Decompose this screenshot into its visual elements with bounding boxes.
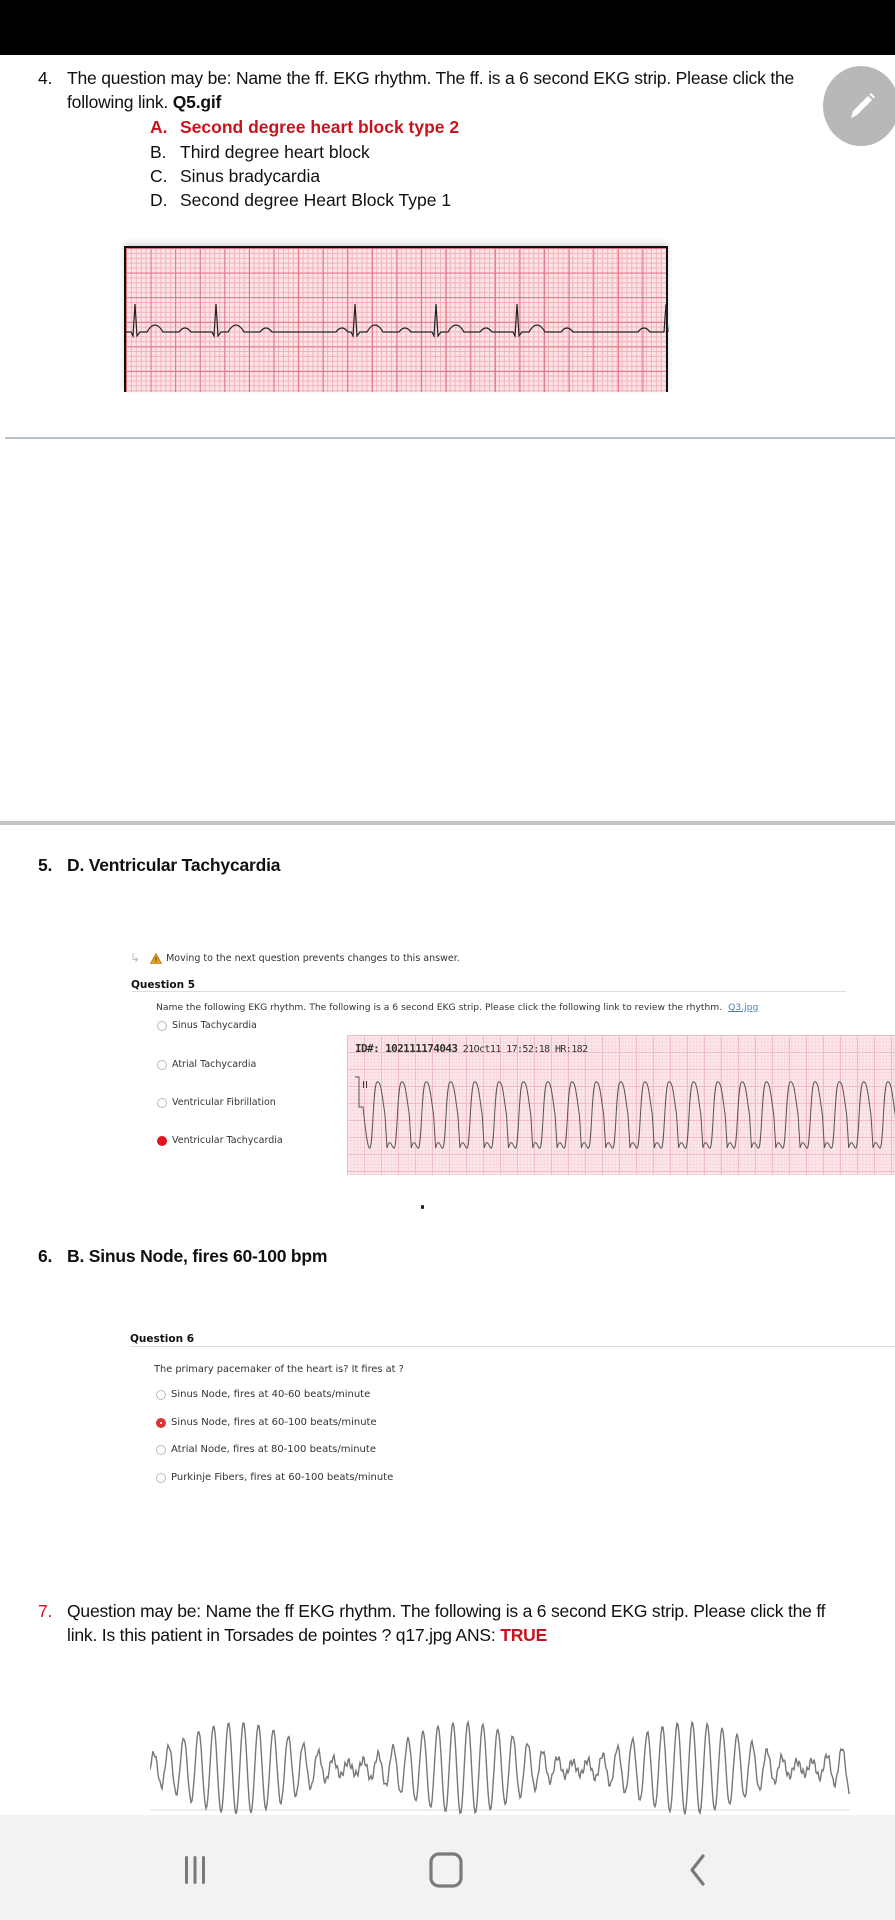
q5-ekg-strip: ID#: 102111174043 21Oct11 17:52:18 HR:18… [347,1035,895,1175]
q4-number: 4. [38,68,53,88]
title-rule [130,1346,895,1347]
choice-label: Purkinje Fibers, fires at 60-100 beats/m… [171,1472,394,1483]
q7-ekg-strip [149,1710,851,1817]
option-label: Second degree Heart Block Type 1 [180,190,452,210]
radio-button-selected[interactable] [157,1135,167,1146]
option-letter: A. [150,117,168,137]
q5-warning: ↳ Moving to the next question prevents c… [130,951,460,965]
radio-button[interactable] [157,1097,167,1108]
recent-apps-button[interactable] [165,1845,225,1895]
radio-button-selected[interactable] [156,1417,166,1428]
option-letter: C. [150,166,168,186]
option-letter: B. [150,142,167,162]
radio-button[interactable] [157,1020,167,1031]
ekg-waveform [149,1719,851,1817]
q5-choice-ventricular-tachycardia[interactable]: Ventricular Tachycardia [157,1135,283,1146]
indent-arrow-icon: ↳ [130,951,141,965]
q6-choice-1[interactable]: Sinus Node, fires at 40-60 beats/minute [156,1389,370,1400]
mouse-cursor [421,1205,424,1209]
q4-link-file: Q5.gif [172,92,222,112]
q6-title: Question 6 [130,1333,195,1345]
radio-button[interactable] [156,1444,166,1455]
radio-button[interactable] [156,1389,166,1400]
home-icon [429,1852,463,1888]
q4-text-prefix: following link. [67,92,173,112]
radio-button[interactable] [157,1059,167,1070]
back-icon [690,1854,705,1886]
back-button[interactable] [668,1845,728,1895]
q5-title: Question 5 [131,979,196,991]
q6-prompt: The primary pacemaker of the heart is? I… [154,1364,404,1375]
choice-label: Sinus Node, fires at 60-100 beats/minute [171,1417,377,1428]
home-button[interactable] [416,1845,476,1895]
q4-text-line2: following link. Q5.gif [67,90,221,114]
option-label: Sinus bradycardia [180,166,321,186]
navigation-bar [0,1815,895,1920]
q7-text-line2: link. Is this patient in Torsades de poi… [67,1623,547,1647]
radio-button[interactable] [156,1472,166,1483]
q5-choice-atrial-tachycardia[interactable]: Atrial Tachycardia [157,1059,256,1070]
q4-option-d: D. Second degree Heart Block Type 1 [150,188,451,212]
q7-answer: TRUE [500,1625,548,1645]
choice-label: Ventricular Tachycardia [172,1135,283,1146]
q7-number: 7. [38,1601,53,1621]
choice-label: Sinus Node, fires at 40-60 beats/minute [171,1389,371,1400]
ekg-waveform: II [355,1076,895,1149]
q4-ekg-strip [124,246,669,392]
page-break [0,821,895,825]
choice-label: Atrial Tachycardia [172,1059,257,1070]
ekg-waveform [126,303,669,339]
q4-option-a: A. Second degree heart block type 2 [150,115,459,139]
title-rule [131,991,846,992]
pencil-icon [851,93,875,118]
q5-number: 5. [38,855,53,875]
recent-apps-icon [185,1856,205,1884]
q4-option-b: B. Third degree heart block [150,140,370,164]
q5-rhythm-link[interactable]: Q3.jpg [728,1002,758,1013]
q6-choice-4[interactable]: Purkinje Fibers, fires at 60-100 beats/m… [156,1472,393,1483]
choice-label: Sinus Tachycardia [172,1020,257,1031]
q6-number: 6. [38,1246,53,1266]
q5-choice-ventricular-fibrillation[interactable]: Ventricular Fibrillation [157,1097,276,1108]
q7-text-line1: Question may be: Name the ff EKG rhythm.… [67,1601,826,1621]
option-letter: D. [150,190,168,210]
q4-text-line1: The question may be: Name the ff. EKG rh… [67,68,795,88]
warning-text: Moving to the next question prevents cha… [166,952,460,964]
q4-option-c: C. Sinus bradycardia [150,164,320,188]
choice-label: Ventricular Fibrillation [172,1097,276,1108]
edit-button[interactable] [823,66,895,146]
choice-label: Atrial Node, fires at 80-100 beats/minut… [171,1444,376,1455]
option-label: Second degree heart block type 2 [180,117,460,137]
q5-answer: D. Ventricular Tachycardia [67,855,281,875]
q6-choice-2[interactable]: Sinus Node, fires at 60-100 beats/minute [156,1417,377,1428]
warning-icon [150,952,163,964]
option-label: Third degree heart block [180,142,370,162]
q5-prompt: Name the following EKG rhythm. The follo… [156,1002,758,1013]
status-bar [0,0,895,55]
lead-label: II [362,1080,368,1091]
q5-choice-sinus-tachycardia[interactable]: Sinus Tachycardia [157,1020,257,1031]
section-divider [5,437,895,439]
q7-text-prefix: link. Is this patient in Torsades de poi… [67,1625,501,1645]
q6-choice-3[interactable]: Atrial Node, fires at 80-100 beats/minut… [156,1444,376,1455]
q6-answer: B. Sinus Node, fires 60-100 bpm [67,1246,328,1266]
prompt-text: Name the following EKG rhythm. The follo… [156,1002,723,1013]
